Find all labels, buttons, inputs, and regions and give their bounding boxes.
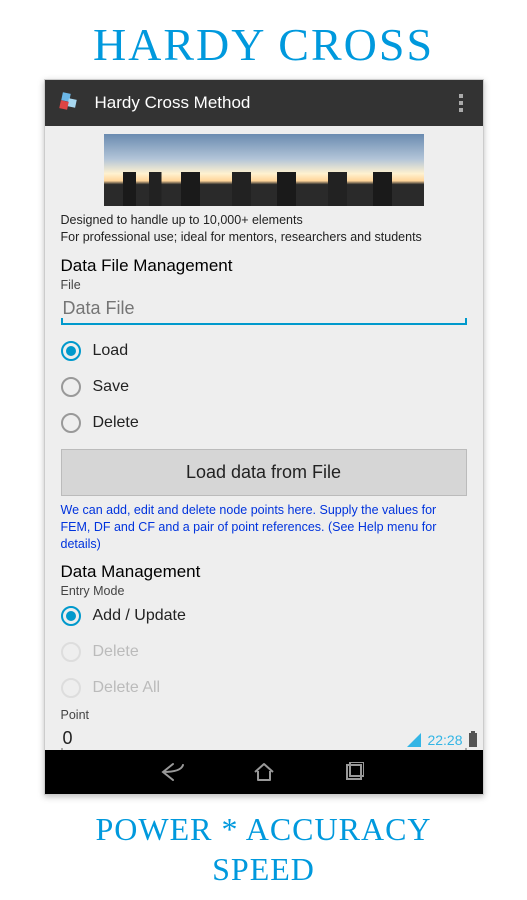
- point-input-wrap: [61, 722, 467, 750]
- radio-label: Load: [93, 342, 129, 360]
- description-text: Designed to handle up to 10,000+ element…: [61, 212, 467, 246]
- radio-label: Delete All: [93, 679, 161, 697]
- entry-mode-label: Entry Mode: [61, 584, 467, 598]
- load-data-button[interactable]: Load data from File: [61, 449, 467, 496]
- radio-icon: [61, 341, 81, 361]
- radio-delete-entry[interactable]: Delete: [61, 634, 467, 670]
- back-button[interactable]: [159, 757, 189, 787]
- file-field-label: File: [61, 278, 467, 292]
- data-mgmt-heading: Data Management: [61, 562, 467, 582]
- file-input[interactable]: [61, 292, 467, 325]
- home-button[interactable]: [249, 757, 279, 787]
- radio-label: Add / Update: [93, 607, 186, 625]
- radio-icon: [61, 413, 81, 433]
- app-icon: [55, 88, 85, 118]
- promo-title-top: HARDY CROSS: [0, 0, 527, 79]
- promo-title-bottom: POWER * ACCURACY SPEED: [0, 795, 527, 889]
- radio-icon: [61, 606, 81, 626]
- point-label: Point: [61, 708, 467, 722]
- file-mgmt-heading: Data File Management: [61, 256, 467, 276]
- radio-icon: [61, 377, 81, 397]
- radio-delete[interactable]: Delete: [61, 405, 467, 441]
- content-area: Designed to handle up to 10,000+ element…: [45, 126, 483, 750]
- action-bar: Hardy Cross Method: [45, 80, 483, 126]
- radio-save[interactable]: Save: [61, 369, 467, 405]
- phone-frame: Hardy Cross Method Designed to handle up…: [44, 79, 484, 795]
- status-time: 22:28: [427, 732, 462, 748]
- radio-icon: [61, 678, 81, 698]
- radio-label: Delete: [93, 414, 139, 432]
- recent-apps-button[interactable]: [339, 757, 369, 787]
- app-title: Hardy Cross Method: [95, 93, 449, 113]
- navigation-bar: [45, 750, 483, 794]
- radio-load[interactable]: Load: [61, 333, 467, 369]
- hint-text: We can add, edit and delete node points …: [61, 502, 467, 553]
- status-bar: 22:28: [407, 732, 476, 748]
- radio-add-update[interactable]: Add / Update: [61, 598, 467, 634]
- file-input-wrap: [61, 292, 467, 325]
- radio-label: Save: [93, 378, 129, 396]
- radio-label: Delete: [93, 643, 139, 661]
- signal-icon: [407, 733, 421, 747]
- overflow-menu-icon[interactable]: [449, 94, 473, 112]
- radio-icon: [61, 642, 81, 662]
- point-input[interactable]: [61, 722, 467, 750]
- radio-delete-all[interactable]: Delete All: [61, 670, 467, 706]
- banner-image: [104, 134, 424, 206]
- battery-icon: [469, 733, 477, 747]
